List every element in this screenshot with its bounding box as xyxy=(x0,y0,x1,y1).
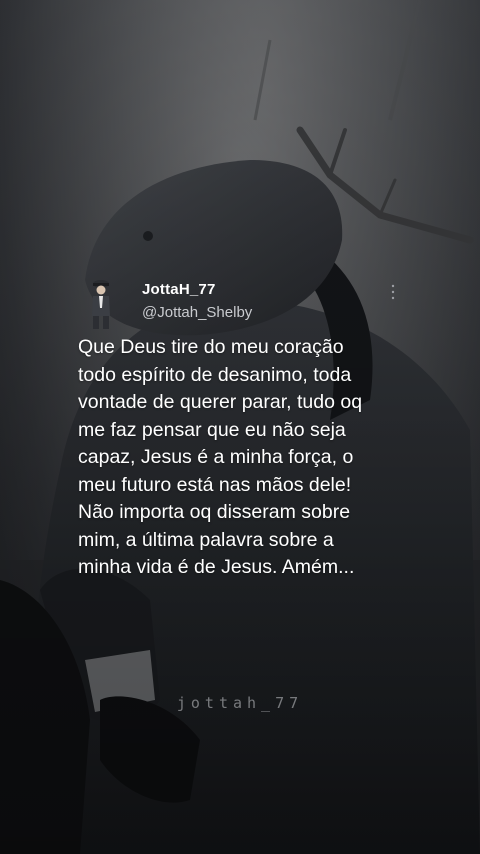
tweet-header: JottaH_77 @Jottah_Shelby xyxy=(78,278,408,334)
tweet-card: JottaH_77 @Jottah_Shelby Que Deus tire d… xyxy=(78,278,408,582)
display-name[interactable]: JottaH_77 xyxy=(142,281,216,298)
video-frame: JottaH_77 @Jottah_Shelby Que Deus tire d… xyxy=(0,0,480,854)
more-vertical-icon[interactable] xyxy=(390,284,396,300)
user-handle[interactable]: @Jottah_Shelby xyxy=(142,304,252,321)
tweet-text: Que Deus tire do meu coração todo espíri… xyxy=(78,336,363,578)
avatar-figure-icon[interactable] xyxy=(88,278,114,330)
watermark-text: jottah_77 xyxy=(176,694,304,712)
